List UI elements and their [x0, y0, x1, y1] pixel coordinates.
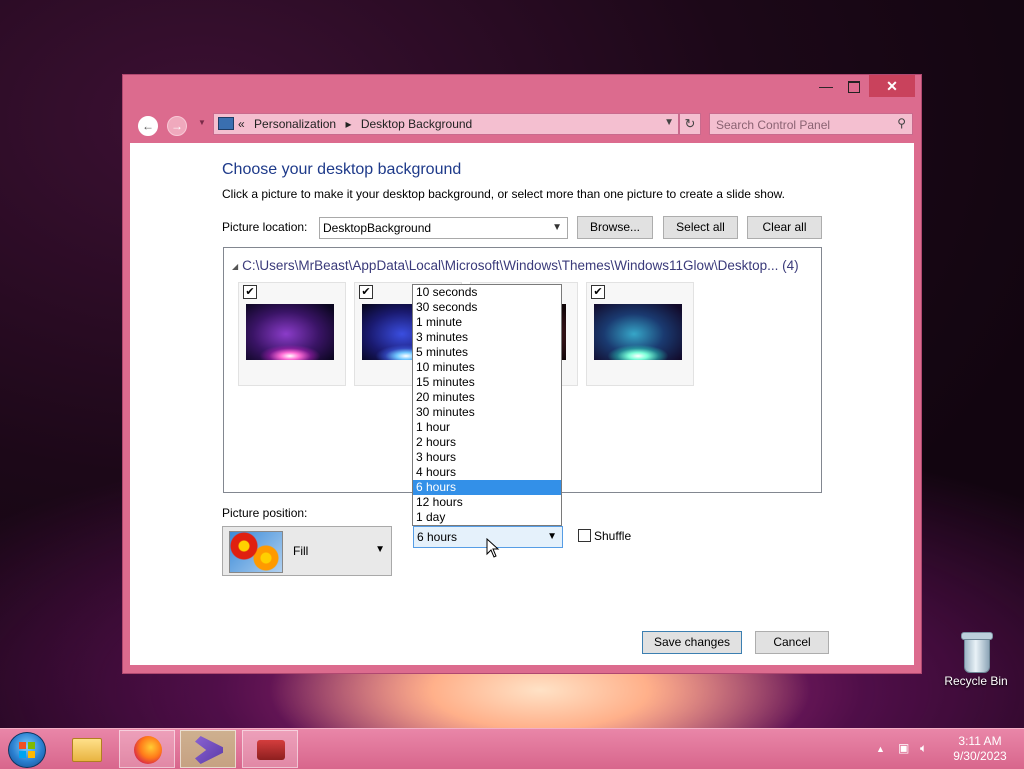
maximize-icon	[848, 81, 860, 94]
firefox-icon	[134, 736, 162, 764]
thumbnail-1[interactable]: ✔	[238, 282, 346, 386]
thumbnail-checkbox[interactable]: ✔	[243, 285, 257, 299]
thumbnail-4[interactable]: ✔	[586, 282, 694, 386]
interval-option[interactable]: 12 hours	[413, 495, 561, 510]
picture-position-select[interactable]: Fill ▼	[222, 526, 392, 576]
thumbnail-checkbox[interactable]: ✔	[591, 285, 605, 299]
chevron-down-icon: ▼	[375, 544, 385, 555]
forward-button[interactable]: →	[167, 116, 187, 136]
chevron-down-icon: ▼	[552, 222, 562, 233]
interval-option[interactable]: 3 hours	[413, 450, 561, 465]
clock-date: 9/30/2023	[953, 749, 1007, 763]
control-panel-icon	[218, 117, 234, 130]
shuffle-checkbox[interactable]: Shuffle	[578, 529, 631, 543]
breadcrumb-separator[interactable]: ▸	[345, 117, 351, 131]
picture-position-label: Picture position:	[222, 506, 308, 520]
breadcrumb-overflow[interactable]: «	[238, 117, 245, 131]
clock-time: 3:11 AM	[958, 734, 1002, 748]
page-title: Choose your desktop background	[222, 161, 462, 178]
position-preview-image	[229, 531, 283, 573]
back-button[interactable]: ←	[138, 116, 158, 136]
interval-option[interactable]: 1 minute	[413, 315, 561, 330]
folder-icon	[72, 738, 102, 762]
picture-location-label: Picture location:	[222, 220, 308, 234]
recycle-bin-desktop-icon[interactable]: Recycle Bin	[944, 628, 1008, 688]
interval-option[interactable]: 1 day	[413, 510, 561, 525]
interval-option[interactable]: 30 seconds	[413, 300, 561, 315]
address-bar[interactable]: « Personalization ▸ Desktop Background ▼	[213, 113, 679, 135]
interval-value: 6 hours	[417, 530, 458, 544]
picture-location-value: DesktopBackground	[323, 221, 432, 235]
save-changes-button[interactable]: Save changes	[642, 631, 742, 654]
minimize-button[interactable]: —	[813, 75, 839, 97]
back-arrow-icon: ←	[142, 119, 154, 133]
checkbox-box[interactable]	[578, 529, 591, 542]
toolbox-icon	[257, 740, 285, 760]
picture-position-value: Fill	[293, 544, 309, 558]
clock[interactable]: 3:11 AM 9/30/2023	[944, 734, 1016, 764]
refresh-button[interactable]: ↻	[679, 113, 701, 135]
interval-option[interactable]: 15 minutes	[413, 375, 561, 390]
interval-option[interactable]: 6 hours	[413, 480, 561, 495]
windows-logo-icon	[19, 742, 35, 758]
page-description: Click a picture to make it your desktop …	[222, 187, 785, 201]
taskbar: ▲ ▣ 🔈︎ 3:11 AM 9/30/2023	[0, 728, 1024, 769]
recent-pages-dropdown[interactable]: ▼	[198, 118, 206, 127]
breadcrumb-desktop-background[interactable]: Desktop Background	[361, 117, 472, 131]
forward-arrow-icon: →	[171, 119, 183, 133]
chevron-down-icon: ▼	[547, 531, 557, 542]
interval-option[interactable]: 5 minutes	[413, 345, 561, 360]
thumbnail-checkbox[interactable]: ✔	[359, 285, 373, 299]
taskbar-firefox[interactable]	[119, 730, 175, 768]
folder-path: C:\Users\MrBeast\AppData\Local\Microsoft…	[242, 258, 799, 273]
wallpaper-image	[594, 304, 682, 360]
picture-location-select[interactable]: DesktopBackground ▼	[319, 217, 568, 239]
clear-all-button[interactable]: Clear all	[747, 216, 822, 239]
recycle-bin-label: Recycle Bin	[944, 674, 1008, 688]
search-icon[interactable]: ⚲	[897, 116, 906, 130]
folder-group-header[interactable]: ◢ C:\Users\MrBeast\AppData\Local\Microsof…	[232, 258, 799, 273]
interval-option[interactable]: 20 minutes	[413, 390, 561, 405]
recycle-bin-icon	[961, 628, 993, 673]
collapse-icon[interactable]: ◢	[232, 262, 238, 271]
cancel-button[interactable]: Cancel	[755, 631, 829, 654]
breadcrumb-personalization[interactable]: Personalization	[254, 117, 336, 131]
breadcrumb: « Personalization ▸ Desktop Background	[238, 117, 478, 131]
taskbar-toolbox[interactable]	[242, 730, 298, 768]
visual-studio-icon	[195, 736, 223, 764]
address-dropdown-icon[interactable]: ▼	[664, 117, 674, 128]
interval-option[interactable]: 3 minutes	[413, 330, 561, 345]
interval-option[interactable]: 10 seconds	[413, 285, 561, 300]
interval-dropdown-list: 10 seconds 30 seconds 1 minute 3 minutes 5 m…	[412, 284, 562, 526]
shuffle-label: Shuffle	[594, 529, 632, 543]
interval-option[interactable]: 2 hours	[413, 435, 561, 450]
maximize-button[interactable]	[840, 75, 868, 97]
interval-option[interactable]: 4 hours	[413, 465, 561, 480]
select-all-button[interactable]: Select all	[663, 216, 738, 239]
interval-option[interactable]: 30 minutes	[413, 405, 561, 420]
refresh-icon: ↻	[684, 116, 696, 131]
wallpaper-image	[246, 304, 334, 360]
interval-option[interactable]: 10 minutes	[413, 360, 561, 375]
network-icon[interactable]: ▣	[898, 741, 909, 755]
taskbar-file-explorer[interactable]	[58, 730, 114, 768]
start-button[interactable]	[8, 732, 46, 768]
browse-button[interactable]: Browse...	[577, 216, 653, 239]
taskbar-visual-studio-installer[interactable]	[180, 730, 236, 768]
close-button[interactable]: ✕	[869, 75, 915, 97]
volume-icon[interactable]: 🔈︎	[920, 741, 927, 756]
show-hidden-icons-button[interactable]: ▲	[876, 744, 885, 754]
search-input[interactable]	[714, 116, 888, 134]
search-box[interactable]: ⚲	[709, 113, 913, 135]
interval-option[interactable]: 1 hour	[413, 420, 561, 435]
